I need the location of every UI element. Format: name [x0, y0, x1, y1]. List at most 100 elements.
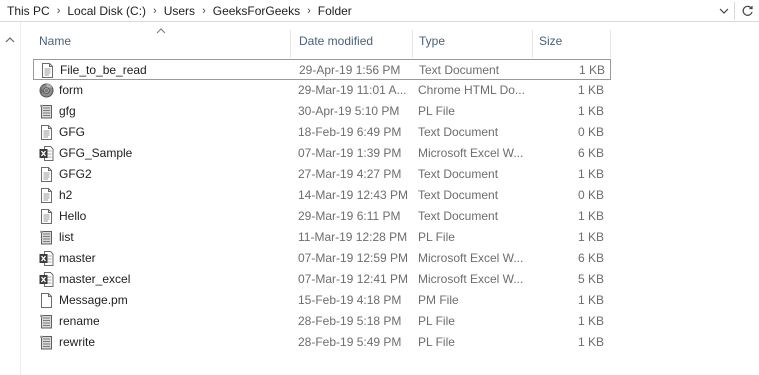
- file-size: 1 KB: [577, 83, 604, 97]
- pl-file-icon: [39, 335, 54, 350]
- address-bar[interactable]: This PC › Local Disk (C:) › Users › Geek…: [0, 0, 759, 22]
- text-file-icon: [39, 125, 54, 140]
- text-file-icon: [39, 188, 54, 203]
- file-type: Text Document: [418, 188, 499, 202]
- file-date-modified: 27-Mar-19 4:27 PM: [298, 167, 402, 181]
- file-name[interactable]: list: [59, 227, 295, 248]
- file-type: Text Document: [419, 63, 500, 77]
- file-type: PL File: [418, 104, 455, 118]
- file-row[interactable]: list 11-Mar-19 12:28 PM PL File 1 KB: [33, 227, 611, 248]
- file-date-modified: 07-Mar-19 1:39 PM: [298, 146, 402, 160]
- file-name[interactable]: Message.pm: [59, 290, 295, 311]
- text-file-icon: [40, 63, 55, 78]
- file-row[interactable]: gfg 30-Apr-19 5:10 PM PL File 1 KB: [33, 101, 611, 122]
- column-size[interactable]: Size: [533, 30, 611, 58]
- file-row[interactable]: Hello 29-Mar-19 6:11 PM Text Document 1 KB: [33, 206, 611, 227]
- file-row[interactable]: GFG2 27-Mar-19 4:27 PM Text Document 1 KB: [33, 164, 611, 185]
- file-name[interactable]: rewrite: [59, 332, 295, 353]
- text-file-icon: [39, 209, 54, 224]
- file-date-modified: 29-Apr-19 1:56 PM: [299, 63, 401, 77]
- file-row[interactable]: h2 14-Mar-19 12:43 PM Text Document 0 KB: [33, 185, 611, 206]
- blank-file-icon: [39, 293, 54, 308]
- text-file-icon: [39, 167, 54, 182]
- file-name[interactable]: GFG2: [59, 164, 295, 185]
- file-name[interactable]: GFG_Sample: [59, 143, 295, 164]
- file-name[interactable]: form: [59, 80, 295, 101]
- breadcrumb-folder[interactable]: Folder: [315, 3, 355, 19]
- file-size: 5 KB: [577, 272, 604, 286]
- chevron-right-icon[interactable]: ›: [198, 3, 210, 19]
- file-size: 6 KB: [577, 251, 604, 265]
- file-row[interactable]: rename 28-Feb-19 5:18 PM PL File 1 KB: [33, 311, 611, 332]
- file-name[interactable]: gfg: [59, 101, 295, 122]
- chrome-html-icon: [39, 83, 54, 98]
- excel-file-icon: [39, 251, 54, 266]
- file-size: 1 KB: [578, 63, 605, 77]
- file-size: 1 KB: [577, 335, 604, 349]
- pl-file-icon: [39, 314, 54, 329]
- file-name[interactable]: master_excel: [59, 269, 295, 290]
- column-date-modified[interactable]: Date modified: [293, 30, 413, 58]
- breadcrumb: This PC › Local Disk (C:) › Users › Geek…: [4, 3, 355, 19]
- file-name[interactable]: h2: [59, 185, 295, 206]
- file-size: 1 KB: [577, 209, 604, 223]
- breadcrumb-local-disk[interactable]: Local Disk (C:): [64, 3, 149, 19]
- file-type: Microsoft Excel W...: [418, 146, 524, 160]
- file-size: 1 KB: [577, 293, 604, 307]
- file-date-modified: 15-Feb-19 4:18 PM: [298, 293, 402, 307]
- address-divider: [734, 2, 735, 20]
- file-row[interactable]: rewrite 28-Feb-19 5:49 PM PL File 1 KB: [33, 332, 611, 353]
- file-size: 1 KB: [577, 314, 604, 328]
- file-size: 1 KB: [577, 230, 604, 244]
- file-size: 0 KB: [577, 188, 604, 202]
- file-date-modified: 14-Mar-19 12:43 PM: [298, 188, 409, 202]
- file-list: File_to_be_read 29-Apr-19 1:56 PM Text Doc…: [33, 59, 611, 353]
- file-row[interactable]: form 29-Mar-19 11:01 A... Chrome HTML Do..…: [33, 80, 611, 101]
- breadcrumb-this-pc[interactable]: This PC: [4, 3, 53, 19]
- file-type: PM File: [418, 293, 459, 307]
- file-size: 1 KB: [577, 167, 604, 181]
- chevron-right-icon[interactable]: ›: [149, 3, 161, 19]
- file-type: PL File: [418, 230, 455, 244]
- chevron-right-icon[interactable]: ›: [303, 3, 315, 19]
- file-type: Microsoft Excel W...: [418, 272, 524, 286]
- file-type: Chrome HTML Do...: [418, 83, 525, 97]
- file-row[interactable]: GFG_Sample 07-Mar-19 1:39 PM Microsoft Exc…: [33, 143, 611, 164]
- file-name[interactable]: File_to_be_read: [60, 60, 296, 81]
- breadcrumb-geeksforgeeks[interactable]: GeeksForGeeks: [210, 3, 303, 19]
- file-type: Microsoft Excel W...: [418, 251, 524, 265]
- file-name[interactable]: Hello: [59, 206, 295, 227]
- file-date-modified: 11-Mar-19 12:28 PM: [298, 230, 408, 244]
- chevron-down-icon[interactable]: [716, 3, 732, 19]
- file-type: Text Document: [418, 125, 499, 139]
- file-row[interactable]: Message.pm 15-Feb-19 4:18 PM PM File 1 KB: [33, 290, 611, 311]
- pl-file-icon: [39, 104, 54, 119]
- file-name[interactable]: master: [59, 248, 295, 269]
- file-date-modified: 29-Mar-19 6:11 PM: [298, 209, 401, 223]
- file-size: 0 KB: [577, 125, 604, 139]
- file-type: PL File: [418, 314, 455, 328]
- file-type: PL File: [418, 335, 455, 349]
- file-date-modified: 29-Mar-19 11:01 A...: [298, 83, 407, 97]
- column-header: Name Date modified Type Size: [21, 22, 759, 58]
- breadcrumb-users[interactable]: Users: [161, 3, 198, 19]
- file-date-modified: 18-Feb-19 6:49 PM: [298, 125, 402, 139]
- chevron-up-icon[interactable]: [5, 34, 15, 44]
- file-name[interactable]: GFG: [59, 122, 295, 143]
- file-type: Text Document: [418, 167, 499, 181]
- column-type[interactable]: Type: [413, 30, 533, 58]
- file-row[interactable]: GFG 18-Feb-19 6:49 PM Text Document 0 KB: [33, 122, 611, 143]
- file-size: 1 KB: [577, 104, 604, 118]
- file-row[interactable]: master 07-Mar-19 12:59 PM Microsoft Excel …: [33, 248, 611, 269]
- file-name[interactable]: rename: [59, 311, 295, 332]
- chevron-right-icon[interactable]: ›: [53, 3, 65, 19]
- file-row[interactable]: File_to_be_read 29-Apr-19 1:56 PM Text Doc…: [33, 59, 611, 80]
- excel-file-icon: [39, 272, 54, 287]
- excel-file-icon: [39, 146, 54, 161]
- file-row[interactable]: master_excel 07-Mar-19 12:41 PM Microsoft …: [33, 269, 611, 290]
- file-date-modified: 28-Feb-19 5:18 PM: [298, 314, 402, 328]
- file-date-modified: 07-Mar-19 12:59 PM: [298, 251, 409, 265]
- refresh-icon[interactable]: [740, 3, 756, 19]
- column-name[interactable]: Name: [33, 30, 291, 58]
- file-date-modified: 07-Mar-19 12:41 PM: [298, 272, 409, 286]
